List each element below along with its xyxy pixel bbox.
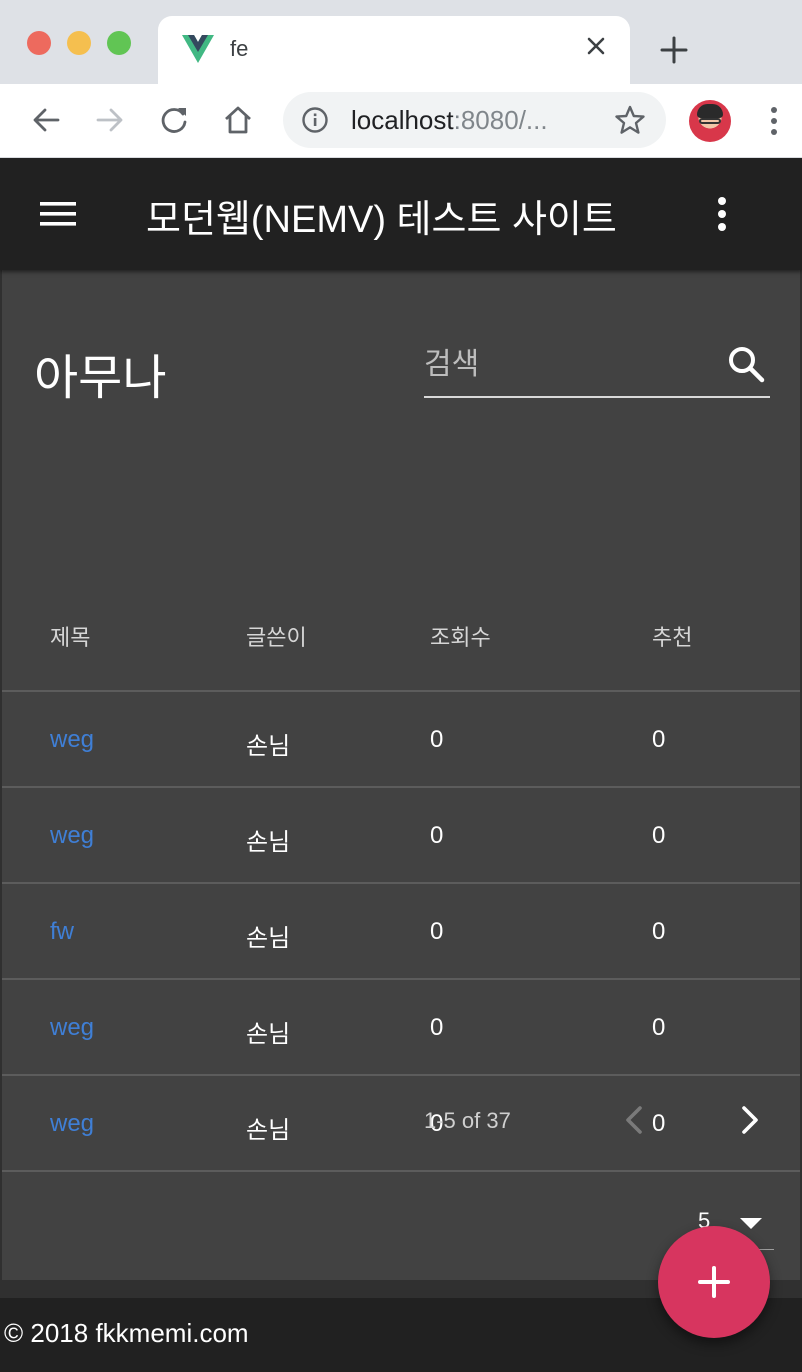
- window-minimize-button[interactable]: [67, 31, 91, 55]
- post-likes: 0: [652, 1014, 666, 1041]
- post-title-link[interactable]: weg: [50, 1110, 94, 1138]
- footer-copyright: © 2018 fkkmemi.com: [4, 1318, 249, 1348]
- post-title-link[interactable]: weg: [50, 1014, 94, 1042]
- back-icon[interactable]: [28, 102, 64, 138]
- browser-toolbar: localhost:8080/...: [0, 84, 802, 158]
- table-row: weg 손님 0 0: [2, 788, 800, 884]
- board-table: 제목 글쓴이 조회수 추천 weg 손님 0 0 weg 손님 0 0 fw 손…: [2, 580, 800, 1172]
- board-title: 아무나: [34, 352, 167, 405]
- table-row: weg 손님 0 0: [2, 692, 800, 788]
- browser-menu-icon[interactable]: [762, 104, 786, 138]
- hamburger-icon[interactable]: [36, 192, 80, 236]
- home-icon[interactable]: [220, 102, 256, 138]
- add-icon: [698, 1266, 730, 1298]
- table-header: 제목 글쓴이 조회수 추천: [2, 580, 800, 692]
- post-views: 0: [430, 726, 444, 753]
- post-views: 0: [430, 918, 444, 945]
- post-title-link[interactable]: weg: [50, 726, 94, 754]
- column-header-title[interactable]: 제목: [50, 620, 90, 652]
- column-header-author[interactable]: 글쓴이: [246, 620, 307, 652]
- more-vert-icon[interactable]: [704, 192, 740, 236]
- site-info-icon[interactable]: [301, 106, 329, 134]
- search-field: [424, 336, 770, 398]
- column-header-likes[interactable]: 추천: [652, 620, 692, 652]
- address-bar[interactable]: localhost:8080/...: [283, 92, 666, 148]
- post-likes: 0: [652, 726, 666, 753]
- post-likes: 0: [652, 1110, 666, 1137]
- post-views: 0: [430, 822, 444, 849]
- url-text: localhost:8080/...: [351, 105, 548, 136]
- post-likes: 0: [652, 918, 666, 945]
- window-maximize-button[interactable]: [107, 31, 131, 55]
- board-card: 아무나 제목 글쓴이 조회수 추천 weg 손님 0 0 weg: [2, 270, 800, 1280]
- browser-tab[interactable]: fe: [158, 16, 630, 84]
- new-tab-icon[interactable]: [656, 32, 692, 68]
- post-likes: 0: [652, 822, 666, 849]
- post-author: 손님: [246, 1021, 291, 1048]
- post-author: 손님: [246, 733, 291, 760]
- add-post-button[interactable]: [658, 1226, 770, 1338]
- app-title: 모던웹(NEMV) 테스트 사이트: [146, 199, 617, 241]
- tab-close-icon[interactable]: [580, 30, 612, 62]
- vue-logo-icon: [182, 35, 214, 63]
- pagination-range: 1-5 of 37: [424, 1108, 511, 1133]
- caret-down-icon: [740, 1218, 762, 1229]
- search-input[interactable]: [424, 336, 714, 394]
- post-author: 손님: [246, 925, 291, 952]
- table-row: fw 손님 0 0: [2, 884, 800, 980]
- reload-icon[interactable]: [156, 102, 192, 138]
- post-author: 손님: [246, 829, 291, 856]
- post-author: 손님: [246, 1117, 291, 1144]
- chevron-left-icon[interactable]: [616, 1098, 652, 1142]
- bookmark-star-icon[interactable]: [614, 104, 646, 136]
- post-views: 0: [430, 1014, 444, 1041]
- chevron-right-icon[interactable]: [732, 1098, 768, 1142]
- url-path: :8080/...: [453, 105, 548, 135]
- column-header-views[interactable]: 조회수: [430, 620, 491, 652]
- app-root: 모던웹(NEMV) 테스트 사이트 아무나 제목 글쓴이 조회수 추천 weg: [0, 158, 802, 1372]
- table-row: weg 손님 0 0: [2, 980, 800, 1076]
- post-title-link[interactable]: fw: [50, 918, 74, 946]
- search-icon[interactable]: [726, 344, 766, 384]
- forward-icon[interactable]: [92, 102, 128, 138]
- post-title-link[interactable]: weg: [50, 822, 94, 850]
- table-row: weg 손님 0 0: [2, 1076, 800, 1172]
- tab-title: fe: [230, 36, 249, 61]
- app-toolbar: 모던웹(NEMV) 테스트 사이트: [0, 158, 802, 270]
- window-close-button[interactable]: [27, 31, 51, 55]
- profile-avatar[interactable]: [689, 100, 731, 142]
- url-host: localhost: [351, 105, 454, 135]
- browser-tab-strip: fe: [0, 0, 802, 84]
